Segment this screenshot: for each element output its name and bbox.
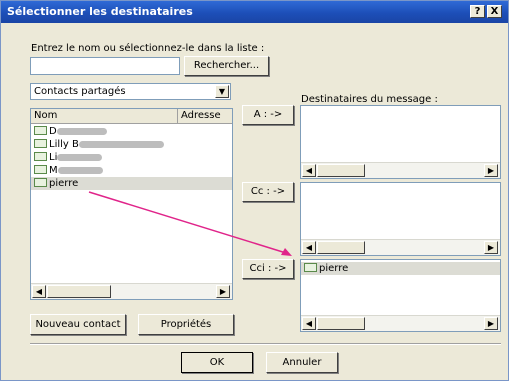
new-contact-label: Nouveau contact bbox=[35, 319, 121, 330]
select-recipients-dialog: Sélectionner les destinataires ? X Entre… bbox=[0, 0, 509, 381]
ok-button[interactable]: OK bbox=[181, 352, 253, 373]
cancel-button[interactable]: Annuler bbox=[266, 352, 338, 373]
ok-label: OK bbox=[209, 357, 225, 368]
new-contact-button[interactable]: Nouveau contact bbox=[30, 314, 126, 335]
cancel-label: Annuler bbox=[282, 357, 322, 368]
divider bbox=[30, 343, 501, 345]
properties-label: Propriétés bbox=[160, 319, 212, 330]
properties-button[interactable]: Propriétés bbox=[138, 314, 234, 335]
